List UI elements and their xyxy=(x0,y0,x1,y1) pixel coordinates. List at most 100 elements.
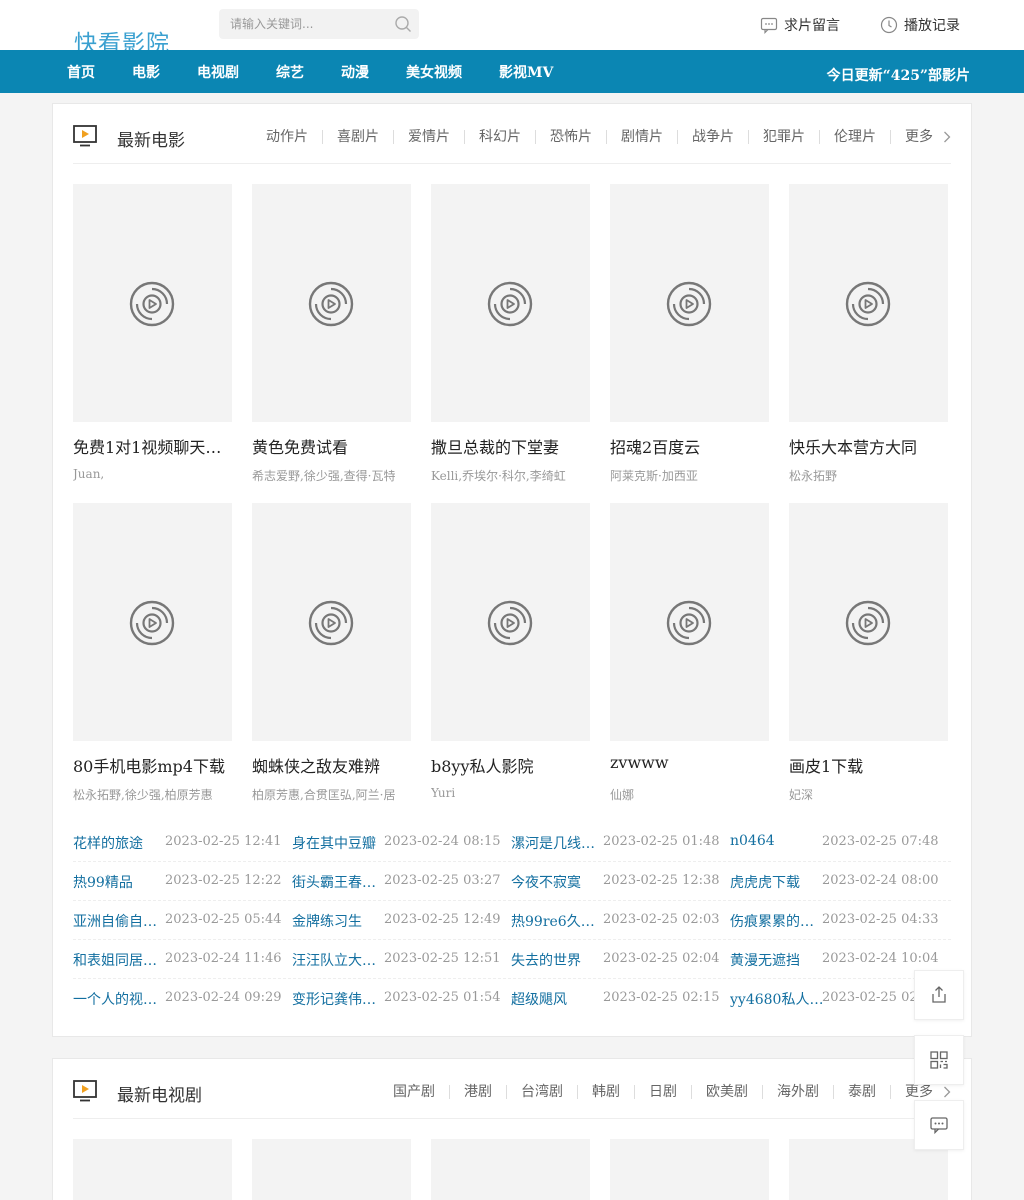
movie-thumbnail[interactable] xyxy=(431,184,590,422)
list-item-title[interactable]: 亚洲自偷自偷图片 xyxy=(73,911,169,931)
movie-card[interactable]: zvwww 仙娜 xyxy=(610,503,769,802)
list-item-date: 2023-02-25 02:15 xyxy=(603,990,720,1005)
list-item-date: 2023-02-24 09:29 xyxy=(165,990,282,1005)
category-crime[interactable]: 犯罪片 xyxy=(748,130,819,144)
list-item-title[interactable]: 黄漫无遮挡 xyxy=(730,950,826,970)
movie-actors: 妃深 xyxy=(789,788,814,802)
list-item-title[interactable]: 身在其中豆瓣 xyxy=(292,833,388,853)
list-item-title[interactable]: 虎虎虎下载 xyxy=(730,872,826,892)
list-item-title[interactable]: 街头霸王春丽传说 xyxy=(292,872,388,892)
movie-title[interactable]: 画皮1下载 xyxy=(789,753,948,777)
category-action[interactable]: 动作片 xyxy=(252,130,322,144)
movie-thumbnail[interactable] xyxy=(431,503,590,741)
movie-title[interactable]: 招魂2百度云 xyxy=(610,434,769,458)
category-taiwan[interactable]: 台湾剧 xyxy=(506,1085,577,1099)
tv-thumbnail[interactable] xyxy=(252,1139,411,1200)
message-icon xyxy=(930,1117,948,1135)
list-item-title[interactable]: 漯河是几线城市 xyxy=(511,833,607,853)
list-item-title[interactable]: 花样的旅途 xyxy=(73,833,169,853)
movie-card[interactable]: b8yy私人影院 Yuri xyxy=(431,503,590,800)
list-item-date: 2023-02-25 12:51 xyxy=(384,951,501,966)
list-item-title[interactable]: 和表姐同居电影 xyxy=(73,950,169,970)
movie-card[interactable]: 黄色免费试看 希志爱野,徐少强,查得·瓦特 xyxy=(252,184,411,483)
movie-title[interactable]: 快乐大本营方大同 xyxy=(789,434,948,458)
movie-card[interactable]: 画皮1下载妃深 xyxy=(789,503,948,802)
movie-card[interactable]: 免费1对1视频聊天软件 Juan, xyxy=(73,184,232,481)
nav-item-home[interactable]: 首页 xyxy=(67,62,95,82)
movie-thumbnail[interactable] xyxy=(252,184,411,422)
nav-item-mv[interactable]: 影视MV xyxy=(499,62,553,82)
movie-title[interactable]: 黄色免费试看 xyxy=(252,434,411,458)
category-romance[interactable]: 爱情片 xyxy=(393,130,464,144)
feedback-button[interactable] xyxy=(914,1100,964,1150)
list-row: 花样的旅途 2023-02-25 12:41 身在其中豆瓣 2023-02-24 08… xyxy=(73,823,951,862)
list-item: 失去的世界 2023-02-25 02:04 xyxy=(511,950,730,970)
category-scifi[interactable]: 科幻片 xyxy=(464,130,535,144)
nav-item-anime[interactable]: 动漫 xyxy=(341,62,369,82)
list-item-title[interactable]: 失去的世界 xyxy=(511,950,607,970)
movie-thumbnail[interactable] xyxy=(73,184,232,422)
tv-thumbnail[interactable] xyxy=(610,1139,769,1200)
movie-card[interactable]: 招魂2百度云 阿莱克斯·加西亚 xyxy=(610,184,769,483)
search-icon[interactable] xyxy=(393,14,413,34)
movie-card[interactable]: 80手机电影mp4下载 松永拓野,徐少强,柏原芳惠 xyxy=(73,503,232,802)
movie-thumbnail[interactable] xyxy=(73,503,232,741)
category-mainland[interactable]: 国产剧 xyxy=(379,1085,449,1099)
category-comedy[interactable]: 喜剧片 xyxy=(322,130,393,144)
more-tv-link[interactable]: 更多 xyxy=(890,1085,951,1099)
movie-title[interactable]: 免费1对1视频聊天软件 xyxy=(73,434,232,458)
list-item-title[interactable]: 金牌练习生 xyxy=(292,911,388,931)
movie-card[interactable]: 蜘蛛侠之敌友难辨 柏原芳惠,合贯匡弘,阿兰·居 xyxy=(252,503,411,802)
nav-item-tv[interactable]: 电视剧 xyxy=(197,62,239,82)
tv-thumbnail[interactable] xyxy=(431,1139,590,1200)
nav-item-variety[interactable]: 综艺 xyxy=(276,62,304,82)
play-history-link[interactable]: 播放记录 xyxy=(880,16,960,34)
list-item-title[interactable]: 热99精品 xyxy=(73,872,169,892)
movie-card[interactable]: 撒旦总裁的下堂妻 Kelli,乔埃尔·科尔,李绮虹 xyxy=(431,184,590,483)
movie-thumbnail[interactable] xyxy=(789,184,948,422)
nav-item-beauty-video[interactable]: 美女视频 xyxy=(406,62,462,82)
more-movies-link[interactable]: 更多 xyxy=(890,130,951,144)
list-item-title[interactable]: 伤痕累累的恶魔 xyxy=(730,911,826,931)
list-item-title[interactable]: 热99re6久久精品 xyxy=(511,911,607,931)
movie-title[interactable]: 80手机电影mp4下载 xyxy=(73,753,232,777)
category-drama[interactable]: 剧情片 xyxy=(606,130,677,144)
share-button[interactable] xyxy=(914,970,964,1020)
movie-title[interactable]: b8yy私人影院 xyxy=(431,753,590,777)
tv-thumbnail[interactable] xyxy=(73,1139,232,1200)
list-item-title[interactable]: 今夜不寂寞 xyxy=(511,872,607,892)
movie-title[interactable]: 蜘蛛侠之敌友难辨 xyxy=(252,753,411,777)
qrcode-button[interactable] xyxy=(914,1035,964,1085)
play-icon xyxy=(845,281,891,327)
category-war[interactable]: 战争片 xyxy=(677,130,748,144)
category-thai[interactable]: 泰剧 xyxy=(833,1085,890,1099)
search-input[interactable] xyxy=(219,9,389,39)
list-item-title[interactable]: 超级飓风 xyxy=(511,989,607,1009)
list-item-title[interactable]: 变形记龚伟华完整版 xyxy=(292,989,388,1009)
list-item-title[interactable]: 汪汪队立大功电影 xyxy=(292,950,388,970)
category-horror[interactable]: 恐怖片 xyxy=(535,130,606,144)
movie-card[interactable]: 快乐大本营方大同 松永拓野 xyxy=(789,184,948,483)
category-hongkong[interactable]: 港剧 xyxy=(449,1085,506,1099)
list-item-title[interactable]: yy4680私人影院 xyxy=(730,989,826,1009)
request-message-link[interactable]: 求片留言 xyxy=(760,16,840,34)
list-item-title[interactable]: n0464 xyxy=(730,833,826,849)
list-item-date: 2023-02-25 02:03 xyxy=(603,912,720,927)
movie-thumbnail[interactable] xyxy=(789,503,948,741)
movie-thumbnail[interactable] xyxy=(610,184,769,422)
category-western[interactable]: 欧美剧 xyxy=(691,1085,762,1099)
chevron-right-icon xyxy=(944,131,951,143)
category-overseas[interactable]: 海外剧 xyxy=(762,1085,833,1099)
category-korean[interactable]: 韩剧 xyxy=(577,1085,634,1099)
list-item: 和表姐同居电影 2023-02-24 11:46 xyxy=(73,950,292,970)
category-japanese[interactable]: 日剧 xyxy=(634,1085,691,1099)
movie-thumbnail[interactable] xyxy=(610,503,769,741)
list-item-title[interactable]: 一个人的视频在线 xyxy=(73,989,169,1009)
nav-item-movies[interactable]: 电影 xyxy=(132,62,160,82)
list-item: 亚洲自偷自偷图片2023-02-25 05:44 xyxy=(73,911,292,931)
category-ethics[interactable]: 伦理片 xyxy=(819,130,890,144)
movie-thumbnail[interactable] xyxy=(252,503,411,741)
play-icon xyxy=(487,600,533,646)
movie-title[interactable]: 撒旦总裁的下堂妻 xyxy=(431,434,590,458)
movie-title[interactable]: zvwww xyxy=(610,753,769,772)
